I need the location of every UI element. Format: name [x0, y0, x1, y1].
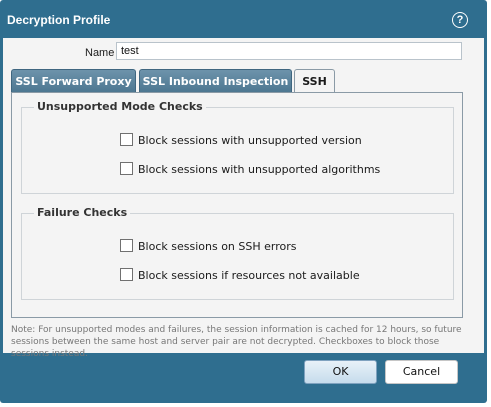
help-icon[interactable]: ?	[452, 12, 468, 28]
dialog-body: Name SSL Forward Proxy SSL Inbound Inspe…	[3, 38, 484, 359]
checkbox-label: Block sessions if resources not availabl…	[138, 269, 360, 282]
block-ssh-errors-checkbox[interactable]	[120, 239, 133, 252]
checkbox-label: Block sessions with unsupported version	[138, 134, 362, 147]
dialog-title: Decryption Profile	[7, 13, 111, 27]
block-unsupported-version-checkbox[interactable]	[120, 133, 133, 146]
ssh-tab-panel: Unsupported Mode Checks Block sessions w…	[11, 92, 463, 318]
checkbox-label: Block sessions with unsupported algorith…	[138, 163, 381, 176]
block-resources-unavailable-checkbox[interactable]	[120, 268, 133, 281]
unsupported-mode-checks-group: Unsupported Mode Checks Block sessions w…	[21, 100, 454, 194]
ok-button[interactable]: OK	[304, 360, 377, 384]
name-input[interactable]	[116, 42, 462, 60]
cache-note: Note: For unsupported modes and failures…	[11, 325, 462, 359]
tab-ssh[interactable]: SSH	[294, 69, 335, 94]
failure-checks-group: Failure Checks Block sessions on SSH err…	[21, 206, 454, 300]
cancel-button[interactable]: Cancel	[385, 360, 458, 384]
name-label: Name	[85, 47, 115, 59]
block-unsupported-algorithms-checkbox[interactable]	[120, 162, 133, 175]
unsupported-mode-checks-title: Unsupported Mode Checks	[34, 100, 206, 113]
decryption-profile-dialog: Decryption Profile ? Name SSL Forward Pr…	[0, 0, 487, 403]
tab-ssl-inbound-inspection[interactable]: SSL Inbound Inspection	[139, 69, 292, 92]
tab-ssl-forward-proxy[interactable]: SSL Forward Proxy	[11, 69, 136, 92]
checkbox-label: Block sessions on SSH errors	[138, 240, 297, 253]
failure-checks-title: Failure Checks	[34, 206, 131, 219]
dialog-titlebar[interactable]: Decryption Profile ?	[0, 0, 487, 38]
